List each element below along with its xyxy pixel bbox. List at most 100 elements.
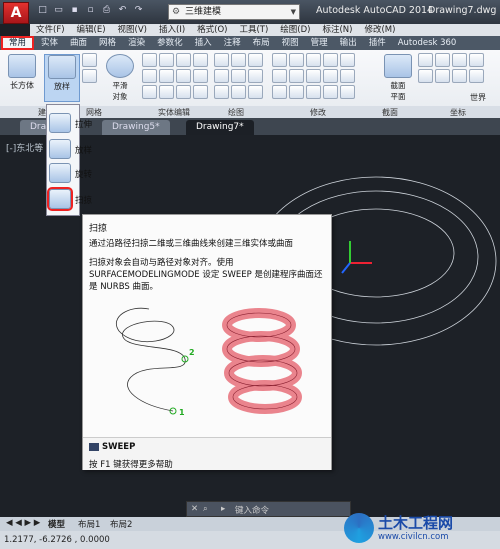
mesh-tool-icon[interactable]: [142, 53, 157, 67]
mesh-tool-icon[interactable]: [142, 85, 157, 99]
menu-dimension[interactable]: 标注(N): [316, 24, 358, 36]
close-icon[interactable]: ✕: [191, 504, 198, 514]
mesh-tool-icon[interactable]: [159, 69, 174, 83]
search-icon[interactable]: ⌕: [203, 504, 208, 514]
modify-tool-icon[interactable]: [340, 69, 355, 83]
modify-tool-icon[interactable]: [323, 69, 338, 83]
tab-layout1[interactable]: 布局1: [78, 518, 100, 530]
mesh-tool-icon[interactable]: [176, 53, 191, 67]
modify-tool-icon[interactable]: [323, 53, 338, 67]
tab-layout2[interactable]: 布局2: [110, 518, 132, 530]
tab-annotate[interactable]: 注释: [218, 36, 247, 50]
tab-solid[interactable]: 实体: [35, 36, 64, 50]
mesh-tool-icon[interactable]: [193, 69, 208, 83]
modify-tool-icon[interactable]: [323, 85, 338, 99]
autocad-application-button[interactable]: A: [3, 2, 29, 24]
mesh-tool-icon[interactable]: [193, 85, 208, 99]
loft-button[interactable]: 放样: [44, 54, 80, 102]
tab-layout[interactable]: 布局: [247, 36, 276, 50]
draw-tool-icon[interactable]: [231, 85, 246, 99]
tab-output[interactable]: 输出: [334, 36, 363, 50]
draw-tool-icon[interactable]: [248, 69, 263, 83]
undo-icon[interactable]: ↶: [116, 4, 129, 17]
dropdown-item-extrude[interactable]: 拉伸: [49, 113, 119, 135]
tab-surface[interactable]: 曲面: [64, 36, 93, 50]
layout-nav-icon[interactable]: ◀ ◀ ▶ ▶: [6, 518, 40, 528]
tab-parametric[interactable]: 参数化: [151, 36, 189, 50]
mesh-tool-icon[interactable]: [159, 53, 174, 67]
tab-insert[interactable]: 插入: [189, 36, 218, 50]
panel-label-modify[interactable]: 修改: [310, 107, 326, 118]
draw-tool-icon[interactable]: [248, 85, 263, 99]
modify-tool-icon[interactable]: [340, 53, 355, 67]
menu-modify[interactable]: 修改(M): [358, 24, 401, 36]
save-icon[interactable]: ▪: [68, 4, 81, 17]
ucs-tool-icon[interactable]: [452, 53, 467, 67]
print-icon[interactable]: ⎙: [100, 4, 113, 17]
menu-view[interactable]: 视图(V): [112, 24, 153, 36]
save-as-icon[interactable]: ▫: [84, 4, 97, 17]
menu-edit[interactable]: 编辑(E): [71, 24, 112, 36]
tab-render[interactable]: 渲染: [122, 36, 151, 50]
menu-insert[interactable]: 插入(I): [153, 24, 191, 36]
mesh-tool-icon[interactable]: [176, 85, 191, 99]
draw-tool-icon[interactable]: [214, 69, 229, 83]
ucs-tool-icon[interactable]: [452, 69, 467, 83]
doc-tab-drawing7[interactable]: Drawing7*: [186, 120, 254, 135]
tool-icon[interactable]: [82, 53, 97, 67]
ucs-tool-icon[interactable]: [418, 69, 433, 83]
panel-label-solid-edit[interactable]: 实体编辑: [158, 107, 190, 118]
command-input[interactable]: 键入命令: [235, 504, 269, 516]
draw-tool-icon[interactable]: [231, 69, 246, 83]
draw-tool-icon[interactable]: [214, 53, 229, 67]
workspace-select[interactable]: ⚙ 三维建模 ▼: [168, 4, 300, 20]
tab-manage[interactable]: 管理: [305, 36, 334, 50]
tab-plugins[interactable]: 插件: [363, 36, 392, 50]
new-file-icon[interactable]: □: [36, 4, 49, 17]
modify-tool-icon[interactable]: [272, 69, 287, 83]
tab-autodesk-360[interactable]: Autodesk 360: [392, 36, 463, 50]
ucs-tool-icon[interactable]: [418, 53, 433, 67]
ucs-tool-icon[interactable]: [469, 69, 484, 83]
box-button[interactable]: 长方体: [4, 54, 40, 102]
modify-tool-icon[interactable]: [272, 53, 287, 67]
menu-draw[interactable]: 绘图(D): [274, 24, 316, 36]
world-ucs-label[interactable]: 世界: [470, 92, 486, 103]
tool-icon[interactable]: [82, 69, 97, 83]
panel-label-coordinates[interactable]: 坐标: [450, 107, 466, 118]
tab-view[interactable]: 视图: [276, 36, 305, 50]
tab-mesh[interactable]: 网格: [93, 36, 122, 50]
smooth-object-button[interactable]: 平滑 对象: [102, 54, 138, 102]
modify-tool-icon[interactable]: [289, 85, 304, 99]
modify-tool-icon[interactable]: [340, 85, 355, 99]
mesh-tool-icon[interactable]: [142, 69, 157, 83]
dropdown-item-revolve[interactable]: 旋转: [49, 163, 119, 185]
modify-tool-icon[interactable]: [289, 69, 304, 83]
panel-label-draw[interactable]: 绘图: [228, 107, 244, 118]
dropdown-item-sweep[interactable]: 扫掠: [47, 187, 119, 211]
draw-tool-icon[interactable]: [248, 53, 263, 67]
mesh-tool-icon[interactable]: [193, 53, 208, 67]
menu-tools[interactable]: 工具(T): [233, 24, 274, 36]
ucs-tool-icon[interactable]: [435, 53, 450, 67]
tab-model[interactable]: 模型: [48, 518, 65, 530]
redo-icon[interactable]: ↷: [132, 4, 145, 17]
ucs-tool-icon[interactable]: [435, 69, 450, 83]
modify-tool-icon[interactable]: [289, 53, 304, 67]
ucs-tool-icon[interactable]: [469, 53, 484, 67]
mesh-tool-icon[interactable]: [159, 85, 174, 99]
menu-format[interactable]: 格式(O): [191, 24, 233, 36]
panel-label-modeling[interactable]: 建: [38, 107, 46, 118]
open-file-icon[interactable]: ▭: [52, 4, 65, 17]
viewport-label[interactable]: [-]东北等: [6, 141, 43, 154]
section-plane-button[interactable]: 截面 平面: [380, 54, 416, 102]
command-line[interactable]: ✕ ⌕ ▸ 键入命令: [186, 501, 351, 517]
mesh-tool-icon[interactable]: [176, 69, 191, 83]
modify-tool-icon[interactable]: [272, 85, 287, 99]
modify-tool-icon[interactable]: [306, 53, 321, 67]
draw-tool-icon[interactable]: [214, 85, 229, 99]
panel-label-section[interactable]: 截面: [382, 107, 398, 118]
modify-tool-icon[interactable]: [306, 69, 321, 83]
draw-tool-icon[interactable]: [231, 53, 246, 67]
dropdown-item-loft[interactable]: 放样: [49, 139, 119, 161]
